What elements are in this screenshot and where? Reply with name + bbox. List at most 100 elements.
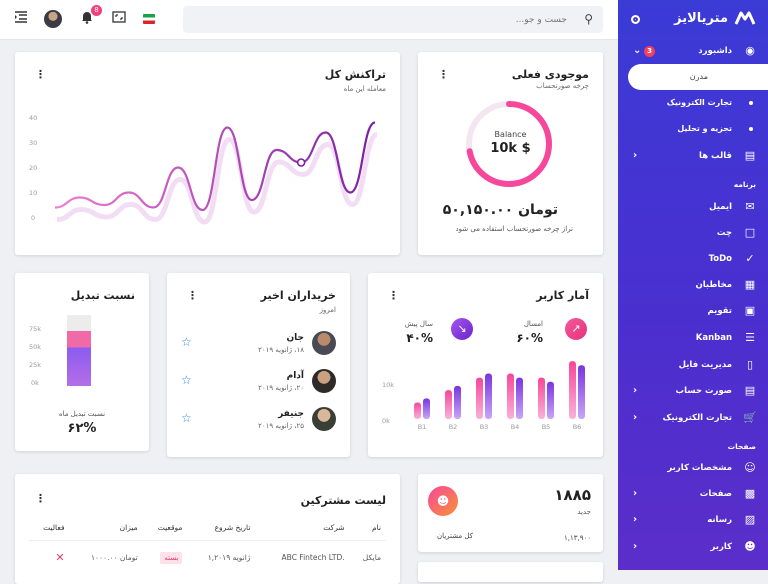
sidebar-item-chat[interactable]: □ چت: [618, 220, 768, 246]
star-icon[interactable]: ☆: [181, 373, 192, 387]
column-header[interactable]: نام: [349, 516, 386, 541]
buyer-item[interactable]: جان ۱۸، ژانویه ۲۰۱۹ ☆: [181, 331, 336, 361]
sidebar-item-pages[interactable]: ▩ صفحات ‹: [618, 481, 768, 507]
chat-icon: □: [744, 226, 756, 239]
user-stats-card: آمار کاربر ⋮ ↗ امسال ۶۰% ↘ سال پیش ۴۰% 1…: [368, 273, 603, 457]
user-avatar[interactable]: [44, 10, 62, 28]
column-header[interactable]: میزان: [69, 516, 143, 541]
sidebar-item-contacts[interactable]: ▦ مخاطبان: [618, 272, 768, 298]
more-vert-icon[interactable]: ⋮: [388, 289, 399, 302]
search-box: ⚲: [183, 6, 603, 33]
dashboard-count-badge: 3: [644, 46, 655, 57]
table-row[interactable]: مایکل ABC Fintech LTD. ژانویه ۱,۲۰۱۹ بست…: [29, 540, 386, 574]
bar-B6-series-1[interactable]: [578, 365, 585, 419]
chevron-left-icon: ‹: [633, 488, 638, 499]
total-transactions-card: تراکنش کل معامله این ماه ⋮ 40 30 20 10 0: [15, 52, 400, 255]
menu-toggle-icon[interactable]: [12, 10, 30, 28]
invoice-icon: ▤: [744, 384, 756, 397]
sidebar: متریالایز ◉ داشبورد 3 ⌄ مدرن تجارت الکتر…: [618, 0, 768, 570]
bar-B4-series-1[interactable]: [516, 377, 523, 419]
cart-icon: 🛒: [743, 411, 757, 424]
bar-B3-series-1[interactable]: [485, 373, 492, 419]
search-icon[interactable]: ⚲: [584, 12, 593, 26]
sidebar-item-templates[interactable]: ▤ قالب ها ‹: [618, 143, 768, 169]
buyer-avatar: [312, 407, 336, 431]
card-title: لیست مشترکین: [300, 494, 386, 507]
bar-B1-series-1[interactable]: [423, 398, 430, 419]
sidebar-item-user[interactable]: ☻ کاربر ‹: [618, 534, 768, 560]
card-title: نسبت تبدیل: [70, 289, 135, 302]
status-badge: بسته: [160, 551, 183, 564]
card-title: موجودی فعلی: [511, 68, 589, 81]
card-title: آمار کاربر: [536, 289, 589, 302]
more-vert-icon[interactable]: ⋮: [35, 492, 46, 505]
star-icon[interactable]: ☆: [181, 335, 192, 349]
x-tick-label: B2: [449, 423, 458, 431]
language-flag-icon[interactable]: [143, 14, 155, 24]
buyer-avatar: [312, 331, 336, 355]
bar-B5-series-0[interactable]: [538, 377, 545, 419]
conversion-bar-fill: [67, 330, 91, 386]
delete-icon[interactable]: ✕: [55, 551, 64, 564]
sidebar-collapse-toggle[interactable]: [631, 15, 640, 24]
y-tick: 30: [29, 139, 38, 147]
card-subtitle: چرخه صورتحساب: [536, 82, 589, 90]
sidebar-item-ecommerce[interactable]: 🛒 تجارت الکترونیک ‹: [618, 405, 768, 431]
column-header[interactable]: فعالیت: [29, 516, 70, 541]
line-point-marker[interactable]: [296, 158, 306, 167]
y-tick: 0k: [31, 379, 39, 387]
sidebar-item-invoice[interactable]: ▤ صورت حساب ‹: [618, 378, 768, 404]
chevron-left-icon: ‹: [633, 541, 638, 552]
new-customers-value: ۱۸۸۵: [554, 486, 591, 504]
layout-icon: ▤: [744, 149, 756, 162]
star-icon[interactable]: ☆: [181, 411, 192, 425]
fullscreen-icon[interactable]: [110, 10, 128, 28]
more-vert-icon[interactable]: ⋮: [187, 289, 198, 302]
balance-note: تراز چرخه صورتحساب استفاده می شود: [455, 225, 573, 233]
y-tick: 20: [29, 164, 38, 172]
customers-card: ۱۸۸۵ جدید ☻ کل مشتریان ۱,۱۳,۹۰۰: [418, 474, 603, 552]
sidebar-item-email[interactable]: ✉ ایمیل: [618, 194, 768, 220]
sidebar-item-kanban[interactable]: ☰ Kanban: [618, 325, 768, 351]
column-header[interactable]: تاریخ شروع: [187, 516, 256, 541]
bar-B3-series-0[interactable]: [476, 377, 483, 419]
subscribers-table: نام شرکت تاریخ شروع موقعیت میزان فعالیت …: [29, 516, 386, 574]
brand-name: متریالایز: [674, 11, 728, 26]
search-input[interactable]: [267, 6, 567, 33]
buyer-item[interactable]: جنیفر ۲۵، ژانویه ۲۰۱۹ ☆: [181, 407, 336, 437]
sidebar-item-file-manager[interactable]: ▯ مدیریت فایل: [618, 352, 768, 378]
sidebar-sub-analytics[interactable]: تجزیه و تحلیل: [618, 116, 768, 142]
notification-bell-icon[interactable]: 8: [78, 5, 102, 28]
sidebar-item-todo[interactable]: ✓ ToDo: [618, 246, 768, 272]
pages-icon: ▩: [744, 487, 756, 500]
column-header[interactable]: شرکت: [255, 516, 350, 541]
current-balance-card: موجودی فعلی چرخه صورتحساب ⋮ Balance 10k …: [418, 52, 603, 255]
column-header[interactable]: موقعیت: [142, 516, 188, 541]
bar-B1-series-0[interactable]: [414, 402, 421, 419]
more-vert-icon[interactable]: ⋮: [438, 68, 449, 81]
sidebar-sub-modern[interactable]: مدرن: [628, 64, 768, 90]
buyer-item[interactable]: آدام ۲۰، ژانویه ۲۰۱۹ ☆: [181, 369, 336, 399]
face-icon: ☻: [744, 540, 756, 553]
sidebar-item-user-profile[interactable]: ☺ مشخصات کاربر: [618, 455, 768, 481]
bar-B4-series-0[interactable]: [507, 373, 514, 419]
total-customers-label: کل مشتریان: [436, 532, 473, 540]
more-vert-icon[interactable]: ⋮: [35, 68, 46, 81]
notification-badge: 8: [91, 5, 102, 16]
chevron-left-icon: ‹: [633, 385, 638, 396]
bar-B2-series-1[interactable]: [454, 385, 461, 419]
sidebar-item-dashboard[interactable]: ◉ داشبورد 3 ⌄: [618, 38, 768, 64]
user-icon: ☻: [428, 486, 458, 516]
sidebar-sub-ecommerce[interactable]: تجارت الکترونیک: [618, 90, 768, 116]
transactions-line-chart: [54, 121, 379, 225]
image-icon: ▨: [744, 513, 756, 526]
conversion-value: ۶۲%: [67, 421, 97, 436]
bar-B6-series-0[interactable]: [569, 361, 576, 419]
sidebar-item-calendar[interactable]: ▣ تقویم: [618, 298, 768, 324]
x-tick-label: B3: [480, 423, 489, 431]
mail-icon: ✉: [745, 200, 755, 213]
x-tick-label: B5: [542, 423, 551, 431]
bar-B5-series-1[interactable]: [547, 381, 554, 419]
sidebar-item-media[interactable]: ▨ رسانه ‹: [618, 507, 768, 533]
bar-B2-series-0[interactable]: [445, 390, 452, 419]
